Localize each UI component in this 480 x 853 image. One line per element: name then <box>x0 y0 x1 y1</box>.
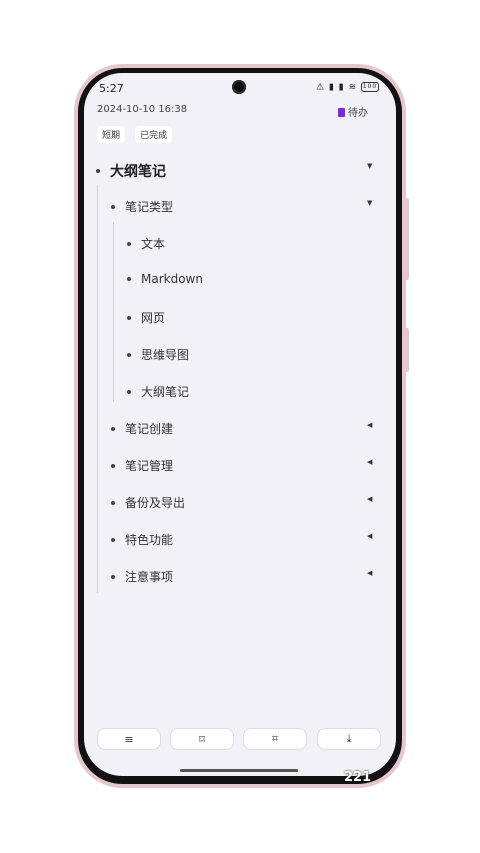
bottom-toolbar: ≡ ⌑ ⌗ ⤓ <box>97 728 384 750</box>
volume-button <box>405 198 409 280</box>
bullet-icon <box>127 352 131 357</box>
outline-item-label: 备份及导出 <box>125 496 186 510</box>
outline-item-outline-note[interactable]: 大纲笔记 <box>127 383 189 400</box>
bullet-icon <box>111 500 115 505</box>
signal-icons: ⚠ ▮ ▮ ≋ <box>316 82 358 93</box>
bullet-icon <box>127 389 131 394</box>
bullet-icon <box>111 463 115 468</box>
expand-arrow-icon[interactable]: ◀ <box>367 495 372 503</box>
outline-item-label: 网页 <box>141 311 166 325</box>
download-button[interactable]: ⤓ <box>317 728 381 750</box>
battery-icon: 100 <box>361 82 379 92</box>
bullet-icon <box>127 315 131 320</box>
collapse-arrow-icon[interactable]: ▼ <box>367 199 372 207</box>
expand-arrow-icon[interactable]: ◀ <box>367 532 372 540</box>
bullet-icon <box>111 574 115 579</box>
screen: 5:27 ⚠ ▮ ▮ ≋ 100 2024-10-10 16:38 待办 短期 … <box>84 73 396 776</box>
outline-item-label: 特色功能 <box>125 533 174 547</box>
power-button <box>405 328 409 372</box>
outline-item-label: 大纲笔记 <box>141 385 190 399</box>
bullet-icon <box>111 204 115 209</box>
bullet-icon <box>96 169 100 173</box>
outline-item-label: 笔记创建 <box>125 422 174 436</box>
outline-item-text[interactable]: 文本 <box>127 235 165 252</box>
todo-icon <box>338 108 345 117</box>
bullet-icon <box>127 277 131 281</box>
outline-item-markdown[interactable]: Markdown <box>127 272 203 286</box>
outline-item-webpage[interactable]: 网页 <box>127 309 165 326</box>
note-datetime: 2024-10-10 16:38 <box>97 104 188 115</box>
expand-arrow-icon[interactable]: ◀ <box>367 569 372 577</box>
tag-list: 短期 已完成 <box>97 123 177 143</box>
tag-short-term[interactable]: 短期 <box>97 126 126 143</box>
outline-item-label: 思维导图 <box>141 348 190 362</box>
outline-item-label: 文本 <box>141 237 166 251</box>
tag-completed[interactable]: 已完成 <box>135 126 173 143</box>
outline-item-note-types[interactable]: 笔记类型 <box>111 198 173 215</box>
outline-item-mindmap[interactable]: 思维导图 <box>127 346 189 363</box>
list-icon: ≡ <box>124 732 134 746</box>
bullet-icon <box>111 426 115 431</box>
crop-icon: ⌗ <box>271 732 279 745</box>
outline-item-label: 注意事项 <box>125 570 174 584</box>
outline-item-features[interactable]: 特色功能 <box>111 531 173 548</box>
bullet-icon <box>127 241 131 246</box>
status-icons: ⚠ ▮ ▮ ≋ 100 <box>316 82 379 93</box>
front-camera-icon <box>232 80 246 94</box>
outline-item-note-creation[interactable]: 笔记创建 <box>111 420 173 437</box>
expand-arrow-icon[interactable]: ◀ <box>367 458 372 466</box>
todo-button[interactable]: 待办 <box>338 104 368 119</box>
outline-item-label: 笔记类型 <box>125 200 174 214</box>
outline-root-label: 大纲笔记 <box>110 164 166 180</box>
expand-arrow-icon[interactable]: ◀ <box>367 421 372 429</box>
collapse-arrow-icon[interactable]: ▼ <box>367 162 372 170</box>
outline-item-note-management[interactable]: 笔记管理 <box>111 457 173 474</box>
bookmark-icon: ⌑ <box>199 732 205 746</box>
root-guide-line <box>97 185 98 593</box>
watermark: 221 <box>344 770 372 785</box>
outline-item-notes[interactable]: 注意事项 <box>111 568 173 585</box>
bookmark-button[interactable]: ⌑ <box>170 728 234 750</box>
download-icon: ⤓ <box>346 732 352 745</box>
bullet-icon <box>111 537 115 542</box>
section-guide-line <box>113 222 114 402</box>
list-button[interactable]: ≡ <box>97 728 161 750</box>
todo-label: 待办 <box>348 108 368 119</box>
outline-item-backup-export[interactable]: 备份及导出 <box>111 494 185 511</box>
status-time: 5:27 <box>99 82 124 95</box>
outline-item-label: 笔记管理 <box>125 459 174 473</box>
home-indicator[interactable] <box>180 769 298 772</box>
outline-item-label: Markdown <box>141 272 203 286</box>
outline-root[interactable]: 大纲笔记 <box>96 161 166 181</box>
crop-button[interactable]: ⌗ <box>243 728 307 750</box>
